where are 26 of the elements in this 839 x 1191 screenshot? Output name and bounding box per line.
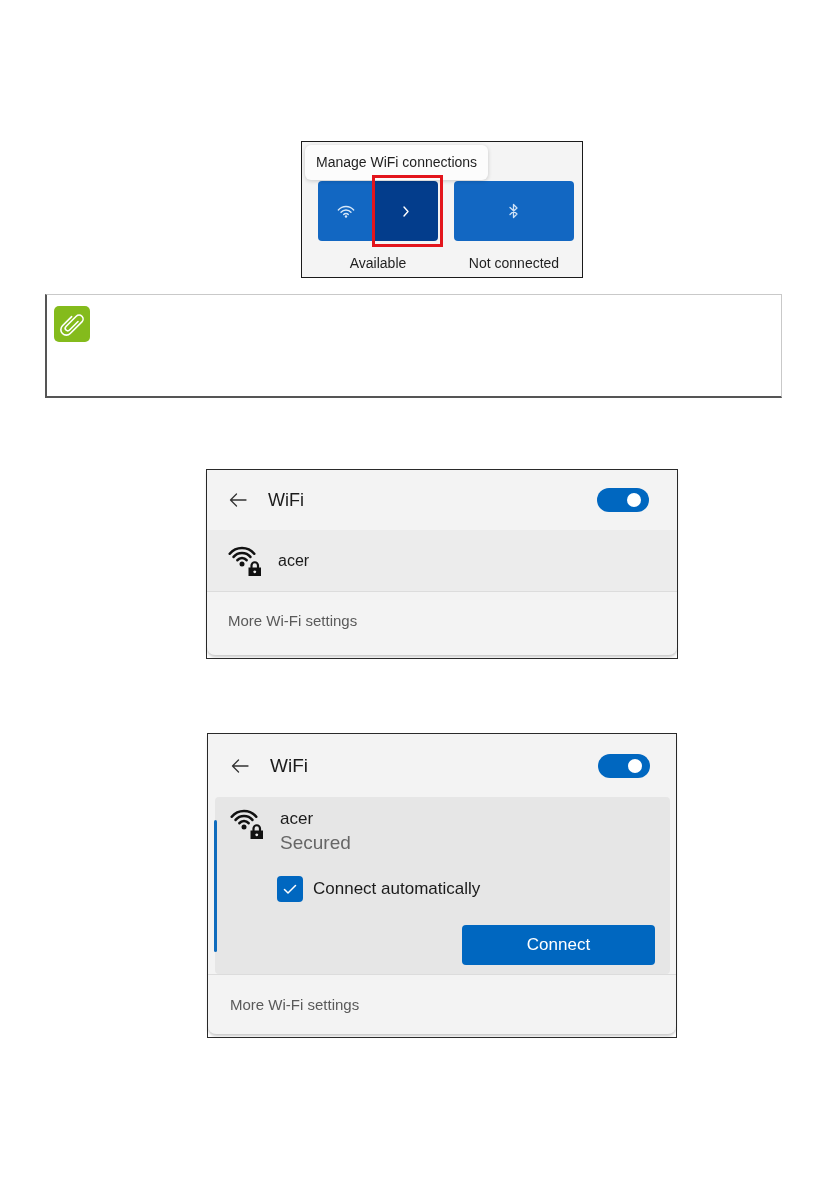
bluetooth-icon	[509, 203, 519, 219]
network-item[interactable]: acer	[207, 530, 677, 591]
more-wifi-settings-link[interactable]: More Wi-Fi settings	[228, 612, 358, 630]
auto-connect-checkbox[interactable]	[277, 876, 303, 902]
wifi-icon	[336, 204, 355, 218]
back-arrow-icon[interactable]	[229, 493, 247, 507]
wifi-lock-icon	[228, 545, 263, 576]
chevron-right-icon	[402, 205, 409, 217]
network-status: Secured	[280, 831, 351, 855]
more-wifi-settings-link[interactable]: More Wi-Fi settings	[230, 996, 360, 1014]
network-item[interactable]: acer Secured Connect automatically Connect	[215, 797, 670, 974]
tile-label: Available	[349, 254, 407, 272]
network-name: acer	[278, 550, 310, 571]
checkmark-icon	[283, 884, 297, 894]
checkbox-label: Connect automatically	[313, 878, 481, 900]
tooltip: Manage WiFi connections	[305, 145, 489, 180]
back-arrow-icon[interactable]	[231, 758, 249, 773]
paperclip-icon	[54, 306, 90, 342]
tile-label: Not connected	[468, 254, 560, 272]
panel-title: WiFi	[268, 489, 304, 512]
wifi-toggle[interactable]	[598, 753, 650, 778]
network-name: acer	[280, 808, 314, 830]
panel-title: WiFi	[270, 753, 308, 778]
wifi-toggle[interactable]	[597, 488, 649, 512]
wifi-lock-icon	[230, 808, 265, 839]
connect-button[interactable]: Connect	[462, 925, 655, 965]
